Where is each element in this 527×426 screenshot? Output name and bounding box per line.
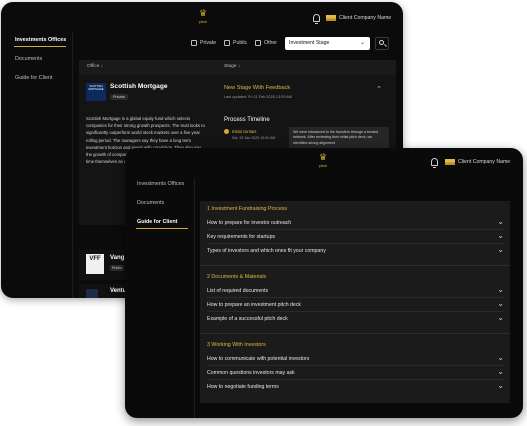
column-office[interactable]: Office ↓ [87,64,103,69]
chevron-down-icon: ⌄ [497,231,504,240]
timeline-step-label: Initial contact [232,129,257,134]
status-badge: Private [110,94,128,100]
stage-title: New Stage With Feedback [224,85,291,91]
front-tablet: ♛ pitch Client Company Name Investments … [125,148,523,418]
scottish-mortgage-logo: SCOTTISH MORTGAGE [86,83,106,101]
chevron-down-icon: ⌄ [497,217,504,226]
fund-name[interactable]: Vang [110,255,124,261]
active-underline [14,46,66,47]
timeline-dot-icon [224,129,229,134]
other-label: Other [264,40,277,46]
guide-panel: 1 Investment Fundraising Process How to … [200,201,510,403]
investment-stage-select[interactable]: Investment Stage ⌄ [285,37,370,50]
section-title: 2 Documents & Materials [207,274,267,280]
column-stage[interactable]: Stage ↓ [224,64,240,69]
process-timeline-title: Process Timeline [224,117,270,123]
crown-icon: ♛ [318,153,328,163]
chevron-down-icon: ⌄ [497,381,504,390]
chevron-down-icon: ⌄ [359,39,365,46]
company-name[interactable]: Client Company Name [339,15,391,21]
last-updated: Last updated: Fri 21 Feb 2025 13:00 AM [224,95,292,99]
private-checkbox[interactable] [191,40,197,46]
sidebar-item-documents[interactable]: Documents [15,56,42,62]
sidebar-item-documents[interactable]: Documents [137,200,164,206]
back-sidebar: Investments Offices Documents Guide for … [1,32,73,298]
crown-icon: ♛ [198,9,208,19]
accordion-item[interactable]: Common questions investors may ask ⌄ [207,367,504,380]
active-underline [136,228,188,229]
bell-icon[interactable] [313,14,320,24]
chevron-down-icon: ⌄ [497,353,504,362]
bell-icon[interactable] [431,158,438,168]
chevron-up-icon[interactable]: ⌃ [376,85,382,93]
timeline-step-date: Sat, 25 Jan 2025 10:00 AM [232,136,276,140]
public-label: Public [233,40,248,46]
accordion-item[interactable]: How to prepare an investment pitch deck … [207,299,504,312]
accordion-item[interactable]: How to communicate with potential invest… [207,353,504,366]
table-header: Office ↓ Stage ↓ [79,60,396,75]
search-button[interactable] [375,37,389,50]
fund-name[interactable]: Scottish Mortgage [110,83,168,90]
sidebar-item-guide[interactable]: Guide for Client [137,219,177,225]
accordion-item[interactable]: Example of a successful pitch deck ⌄ [207,313,504,326]
front-sidebar: Investments Offices Documents Guide for … [125,178,195,418]
sidebar-item-investments-offices[interactable]: Investments Offices [137,181,184,187]
chevron-down-icon: ⌄ [497,367,504,376]
vff-logo: VFF [86,254,104,274]
section-divider [200,333,510,334]
accordion-item[interactable]: List of required documents ⌄ [207,285,504,298]
public-checkbox[interactable] [224,40,230,46]
accordion-item[interactable]: How to prepare for investor outreach ⌄ [207,217,504,230]
other-checkbox[interactable] [255,40,261,46]
sidebar-item-guide[interactable]: Guide for Client [15,75,52,81]
chevron-down-icon: ⌄ [497,245,504,254]
section-title: 3 Working With Investors [207,342,266,348]
chevron-down-icon: ⌄ [497,285,504,294]
chevron-down-icon: ⌄ [497,299,504,308]
fund-logo [86,289,98,298]
section-title: 1 Investment Fundraising Process [207,206,288,212]
chevron-down-icon: ⌄ [497,313,504,322]
fund-name[interactable]: Ventu [110,288,126,294]
accordion-item[interactable]: How to negotiate funding terms ⌄ [207,381,504,394]
section-divider [200,265,510,266]
front-logo[interactable]: ♛ pitch [313,153,333,169]
back-topbar: ♛ pitch Client Company Name [1,2,403,32]
back-logo[interactable]: ♛ pitch [193,9,213,25]
company-name[interactable]: Client Company Name [458,159,510,165]
private-label: Private [200,40,217,46]
accordion-item[interactable]: Types of investors and which ones fit yo… [207,245,504,258]
sidebar-item-investments-offices[interactable]: Investments Offices [15,37,66,43]
company-flag-icon [445,159,455,165]
accordion-item[interactable]: Key requirements for startups ⌄ [207,231,504,244]
company-flag-icon [326,15,336,21]
status-badge: Public [110,265,124,271]
